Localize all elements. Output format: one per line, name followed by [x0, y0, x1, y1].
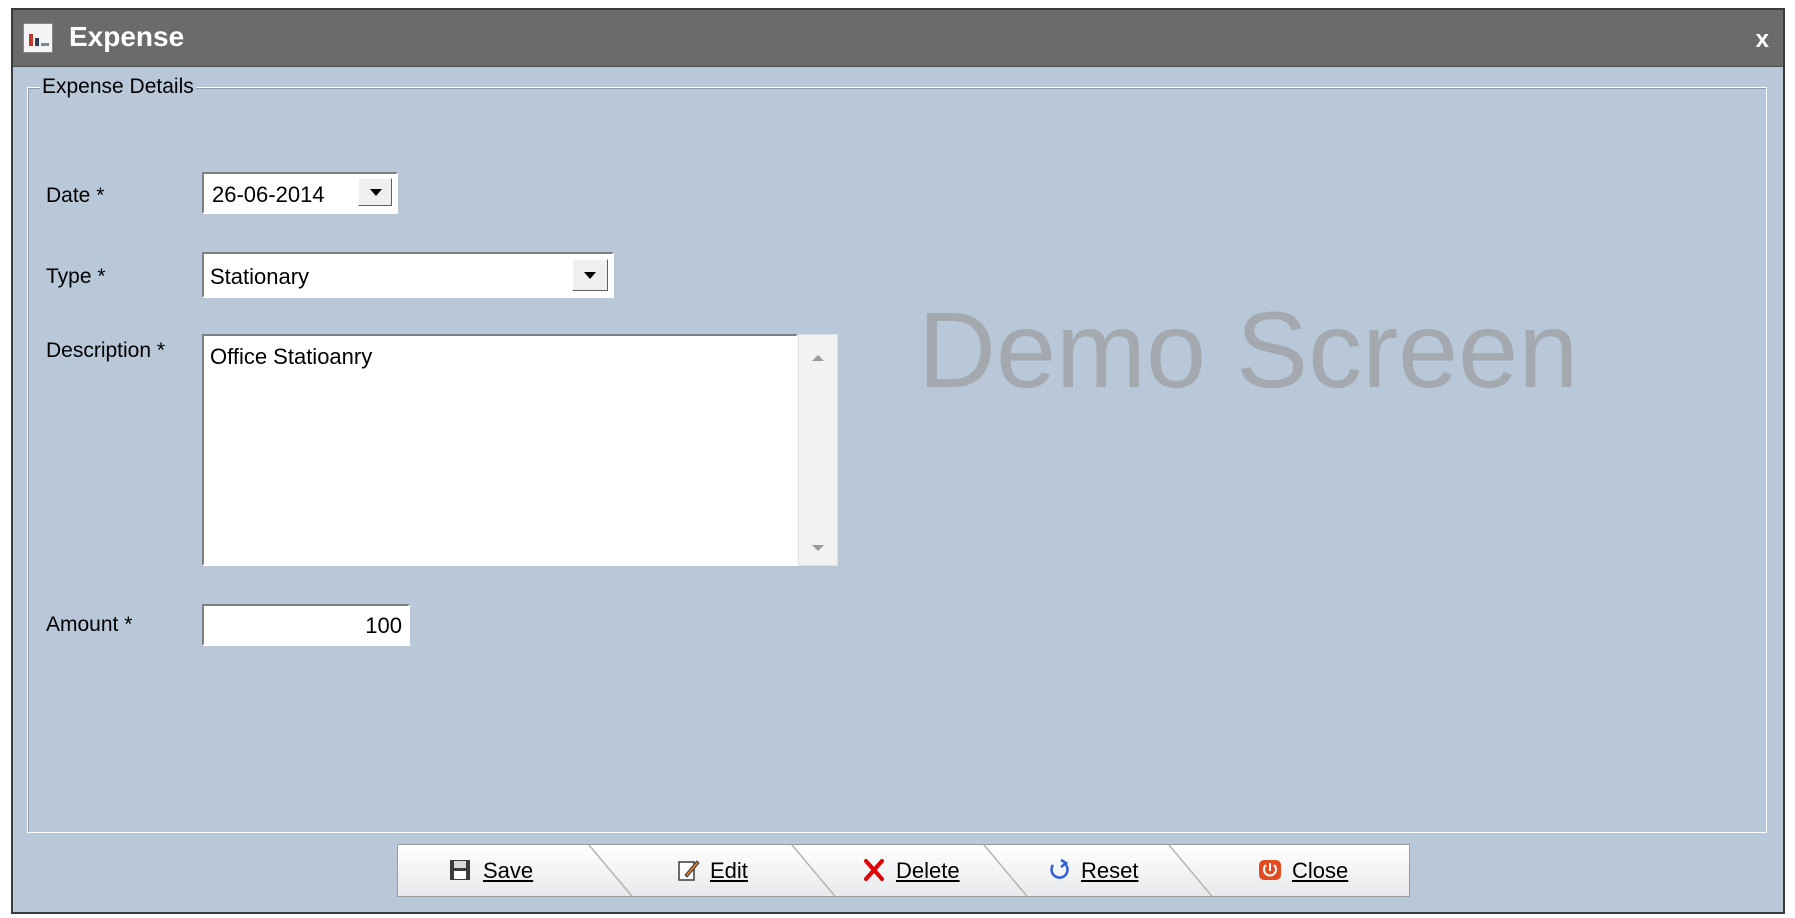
amount-label: Amount *	[46, 613, 133, 636]
app-icon	[23, 23, 53, 53]
edit-label: Edit	[710, 858, 748, 883]
description-value: Office Statioanry	[210, 344, 373, 369]
date-value: 26-06-2014	[212, 182, 325, 207]
chevron-down-icon	[370, 189, 382, 196]
description-textarea[interactable]: Office Statioanry	[202, 334, 798, 566]
save-button[interactable]: Save	[398, 845, 588, 896]
group-legend: Expense Details	[40, 75, 196, 98]
delete-button[interactable]: Delete	[834, 845, 994, 896]
title-bar: Expense x	[13, 10, 1783, 67]
description-label: Description *	[46, 339, 166, 362]
delete-label: Delete	[896, 858, 960, 883]
amount-input[interactable]: 100	[202, 604, 410, 646]
type-label: Type *	[46, 265, 106, 288]
date-label: Date *	[46, 184, 105, 207]
pencil-note-icon	[678, 860, 700, 881]
action-toolbar: Save Edit Delete Reset Close	[397, 844, 1410, 897]
reset-label: Reset	[1081, 858, 1139, 883]
floppy-disk-icon	[450, 860, 470, 880]
scroll-down-icon[interactable]	[812, 545, 824, 551]
save-label: Save	[483, 858, 534, 883]
type-dropdown-button[interactable]	[572, 259, 608, 291]
demo-watermark: Demo Screen	[918, 289, 1579, 410]
reset-button[interactable]: Reset	[1023, 845, 1183, 896]
close-window-button[interactable]: x	[1756, 27, 1769, 53]
amount-value: 100	[365, 613, 402, 638]
type-select[interactable]: Stationary	[202, 252, 614, 298]
power-icon	[1259, 860, 1281, 880]
date-picker[interactable]: 26-06-2014	[202, 172, 398, 214]
edit-button[interactable]: Edit	[630, 845, 790, 896]
window-title: Expense	[69, 21, 185, 52]
close-label: Close	[1292, 858, 1349, 883]
date-dropdown-button[interactable]	[358, 178, 392, 206]
red-x-icon	[864, 859, 884, 881]
scroll-up-icon[interactable]	[812, 355, 824, 361]
toolbar-separator	[588, 845, 633, 896]
toolbar-separator	[791, 845, 836, 896]
chevron-down-icon	[584, 272, 596, 279]
close-button[interactable]: Close	[1210, 845, 1410, 896]
circular-arrow-icon	[1050, 858, 1069, 879]
description-scrollbar[interactable]	[798, 334, 838, 566]
type-value: Stationary	[210, 264, 310, 289]
